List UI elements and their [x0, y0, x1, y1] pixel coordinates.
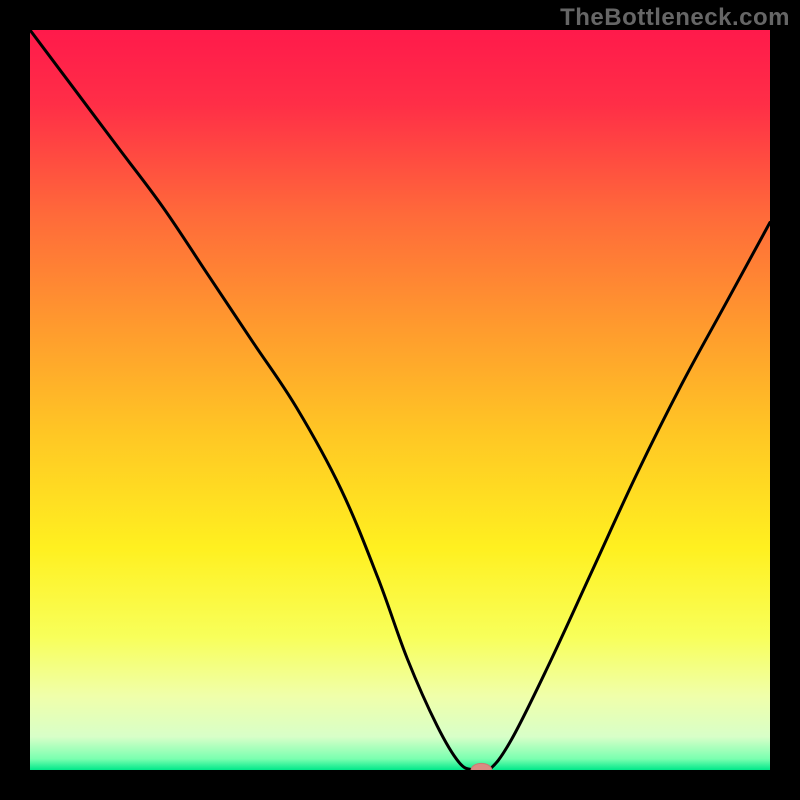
- bottleneck-plot: [0, 0, 800, 800]
- chart-frame: TheBottleneck.com: [0, 0, 800, 800]
- optimal-point-marker: [471, 763, 492, 776]
- watermark-text: TheBottleneck.com: [560, 4, 790, 32]
- gradient-background: [30, 30, 770, 770]
